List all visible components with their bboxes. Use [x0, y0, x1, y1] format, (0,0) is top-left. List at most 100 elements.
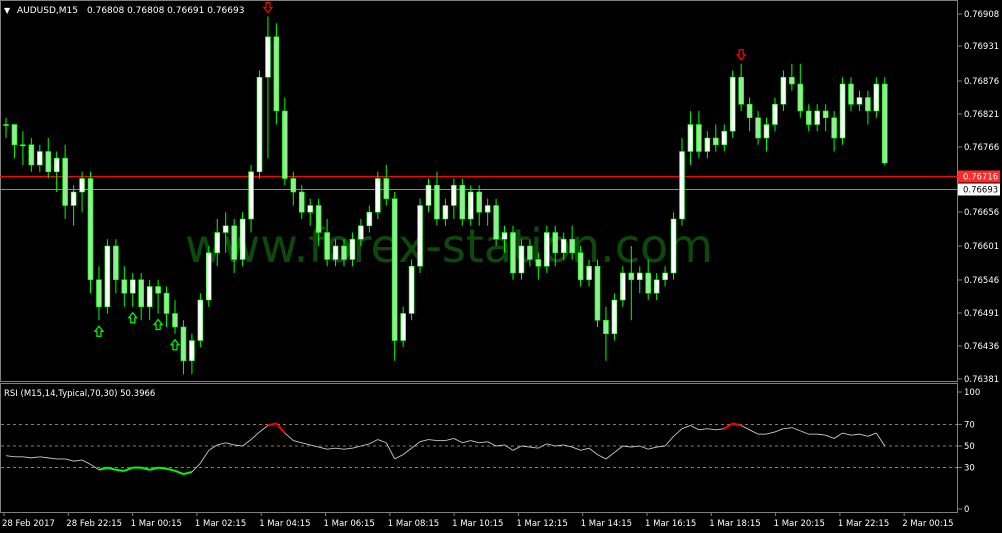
bull-candle [129, 279, 136, 294]
rsi-segment [698, 428, 708, 431]
bear-candle [290, 178, 297, 193]
rsi-segment [580, 447, 590, 451]
rsi-segment [343, 447, 353, 450]
trading-chart[interactable]: www.forex-station.com 0.769080.769310.76… [0, 0, 1002, 533]
rsi-segment [453, 438, 463, 444]
bull-candle [146, 286, 153, 308]
rsi-segment [394, 454, 404, 460]
rsi-segment [90, 463, 100, 471]
rsi-segment [496, 444, 505, 447]
bear-candle [594, 265, 601, 321]
rsi-axis: 100 70 50 30 0 [958, 388, 980, 515]
bear-candle [577, 252, 584, 281]
rsi-segment [521, 445, 530, 448]
rsi-segment [614, 445, 624, 453]
bear-candle [527, 245, 533, 260]
price-tags: 0.76716 0.76693 [958, 170, 1000, 196]
bear-candle [712, 137, 719, 146]
price-axis-label: 0.76436 [964, 342, 999, 352]
rsi-segment [259, 425, 269, 433]
bear-candle [645, 272, 652, 294]
bear-candle [172, 313, 178, 328]
rsi-segment [605, 452, 615, 460]
time-axis-label: 1 Mar 20:15 [774, 519, 825, 529]
bear-candle [535, 259, 542, 267]
rsi-segment [850, 433, 860, 436]
rsi-segment [31, 456, 40, 459]
bear-candle [87, 178, 94, 281]
bear-candle [121, 279, 128, 294]
bull-candle [518, 245, 525, 274]
rsi-segment [166, 467, 176, 472]
rsi-segment [817, 433, 826, 436]
rsi-axis-label: 70 [964, 420, 975, 430]
rsi-segment [571, 446, 581, 451]
rsi-segment [115, 468, 125, 472]
rsi-segment [39, 456, 49, 459]
bull-candle [839, 83, 846, 139]
bull-candle [36, 151, 43, 166]
rsi-segment [225, 442, 235, 446]
bull-candle [814, 110, 821, 125]
bear-candle [383, 178, 390, 200]
rsi-segment [875, 432, 886, 447]
time-axis-label: 1 Mar 22:15 [838, 519, 889, 529]
bear-candle [341, 245, 347, 260]
rsi-segment [791, 427, 801, 432]
rsi-segment [825, 434, 835, 439]
bear-candle [822, 110, 829, 119]
bear-candle [163, 292, 170, 314]
price-axis-label: 0.76931 [964, 42, 999, 52]
rsi-segment [597, 454, 607, 460]
chart-menu-arrow[interactable]: ▼ [4, 6, 11, 15]
bull-candle [70, 191, 77, 206]
rsi-segment [73, 459, 83, 462]
rsi-segment [242, 439, 252, 447]
chart-ohlc: 0.76808 0.76808 0.76691 0.76693 [87, 6, 244, 16]
rsi-segment [217, 442, 226, 446]
bull-candle [662, 272, 668, 281]
bull-candle [704, 137, 711, 152]
bear-candle [805, 110, 812, 125]
rsi-segment [250, 431, 260, 440]
rsi-segment [411, 441, 421, 449]
rsi-segment [512, 445, 522, 451]
bear-candle [28, 144, 35, 166]
bull-candle [265, 36, 271, 78]
bull-candle [3, 124, 9, 126]
bull-candle [358, 225, 364, 240]
time-axis-label: 1 Mar 08:15 [388, 519, 439, 529]
time-axis-label: 1 Mar 02:15 [195, 519, 246, 529]
down-arrow-icon [735, 49, 747, 61]
rsi-segment [48, 457, 57, 460]
rsi-segment [140, 466, 150, 471]
rsi-axis-label: 0 [964, 505, 969, 515]
rsi-segment [479, 441, 488, 444]
rsi-segment [648, 446, 657, 450]
bear-candle [138, 279, 144, 308]
bull-candle [687, 124, 694, 152]
time-axis-label: 1 Mar 06:15 [324, 519, 375, 529]
bull-candle [417, 205, 423, 267]
rsi-segment [774, 428, 784, 433]
rsi-segment [377, 439, 387, 444]
bull-candle [425, 184, 432, 206]
rsi-segment [732, 422, 742, 427]
rsi-segment [183, 470, 193, 476]
rsi-segment [707, 428, 716, 431]
bear-candle [746, 103, 753, 119]
bull-candle [763, 124, 770, 139]
bear-candle [391, 198, 398, 341]
rsi-segment [487, 441, 497, 447]
bear-candle [231, 225, 237, 260]
rsi-segment [842, 432, 852, 436]
bull-candle [653, 279, 660, 294]
bull-candle [611, 299, 618, 335]
bull-candle [53, 157, 60, 173]
rsi-segment [588, 447, 598, 455]
up-arrow-icon [169, 338, 181, 351]
bull-candle [222, 225, 229, 233]
bull-candle [501, 232, 508, 240]
bear-candle [493, 205, 499, 240]
bear-candle [282, 110, 288, 179]
